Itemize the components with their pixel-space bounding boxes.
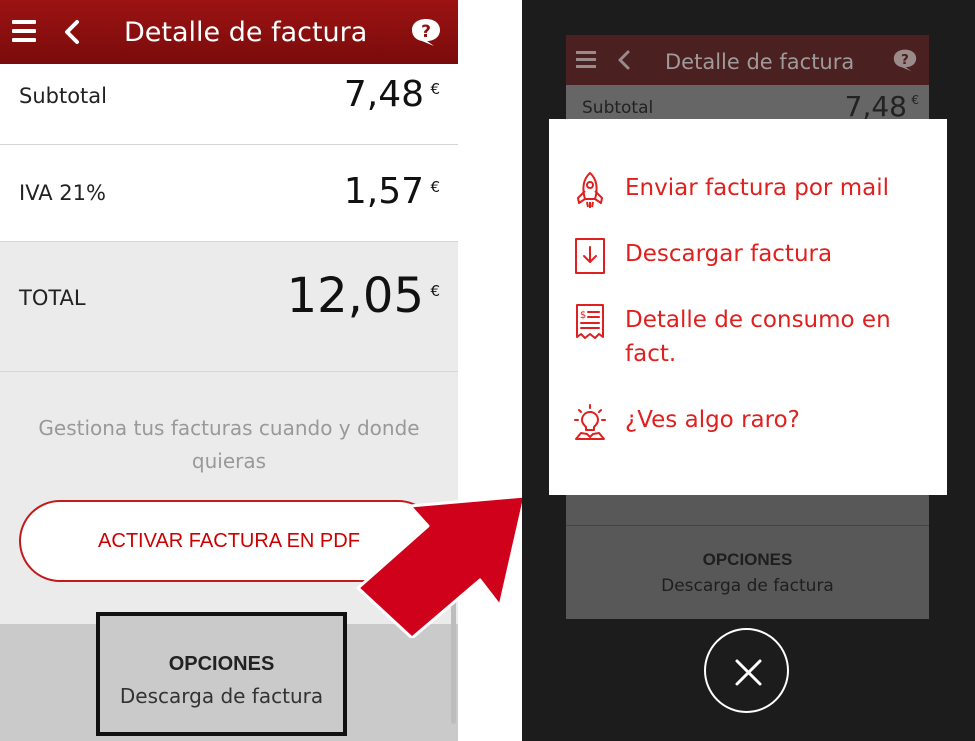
help-icon: ? [893,49,917,72]
menu-item-send-mail[interactable]: Enviar factura por mail [573,171,925,209]
total-row: TOTAL 12,05 € [0,242,458,372]
total-value: 12,05 [286,268,424,324]
options-modal: Enviar factura por mail Descargar factur… [549,119,947,495]
dimmed-options-bar: OPCIONES Descarga de factura [566,495,929,619]
divider [566,525,929,526]
right-phone-screen: Detalle de factura ? Subtotal 7,48 € OPC… [522,0,975,741]
svg-text:?: ? [421,22,431,42]
menu-item-report-issue[interactable]: ¿Ves algo raro? [573,403,925,441]
svg-text:?: ? [901,52,909,68]
options-subtitle: Descarga de factura [119,684,324,708]
subtotal-value: 7,48 [343,74,424,115]
dimmed-subtotal-label: Subtotal [582,98,654,118]
menu-item-label: Detalle de consumo en fact. [625,307,891,367]
dimmed-page-title: Detalle de factura [665,50,855,74]
subtotal-currency: € [430,80,440,98]
page-title: Detalle de factura [124,17,368,48]
dimmed-app-header: Detalle de factura ? [566,35,929,85]
iva-label: IVA 21% [19,181,106,205]
options-title: OPCIONES [168,653,275,675]
rocket-icon [577,172,603,208]
subtotal-label: Subtotal [19,84,107,108]
menu-item-consumption-detail[interactable]: $ Detalle de consumo en fact. [573,303,925,371]
dimmed-subtotal-currency: € [911,93,919,107]
back-chevron-icon[interactable] [60,16,84,48]
iva-row: IVA 21% 1,57 € [0,145,458,242]
hamburger-menu-icon[interactable] [12,20,36,42]
iva-currency: € [430,178,440,196]
red-arrow-icon [356,494,527,638]
menu-item-label: Descargar factura [625,241,833,267]
app-header: Detalle de factura ? [0,0,458,64]
close-button[interactable] [704,628,789,713]
help-icon[interactable]: ? [410,17,442,47]
total-label: TOTAL [19,286,86,310]
total-currency: € [430,282,440,300]
download-document-icon [575,238,605,274]
svg-text:$: $ [580,310,586,321]
iva-value: 1,57 [343,171,424,212]
subtotal-row: Subtotal 7,48 € [0,64,458,145]
receipt-icon: $ [576,304,604,339]
back-chevron-icon [618,50,630,70]
dimmed-options-title: OPCIONES [702,550,793,569]
menu-item-label: ¿Ves algo raro? [625,407,800,433]
menu-item-label: Enviar factura por mail [625,175,889,201]
lightbulb-icon [574,404,606,440]
close-icon [735,659,762,686]
hamburger-menu-icon [576,51,596,69]
promo-text: Gestiona tus facturas cuando y donde qui… [38,416,420,473]
options-button-highlighted[interactable]: OPCIONES Descarga de factura [96,612,347,736]
dimmed-options-subtitle: Descarga de factura [661,576,834,596]
menu-item-download-invoice[interactable]: Descargar factura [573,237,925,275]
